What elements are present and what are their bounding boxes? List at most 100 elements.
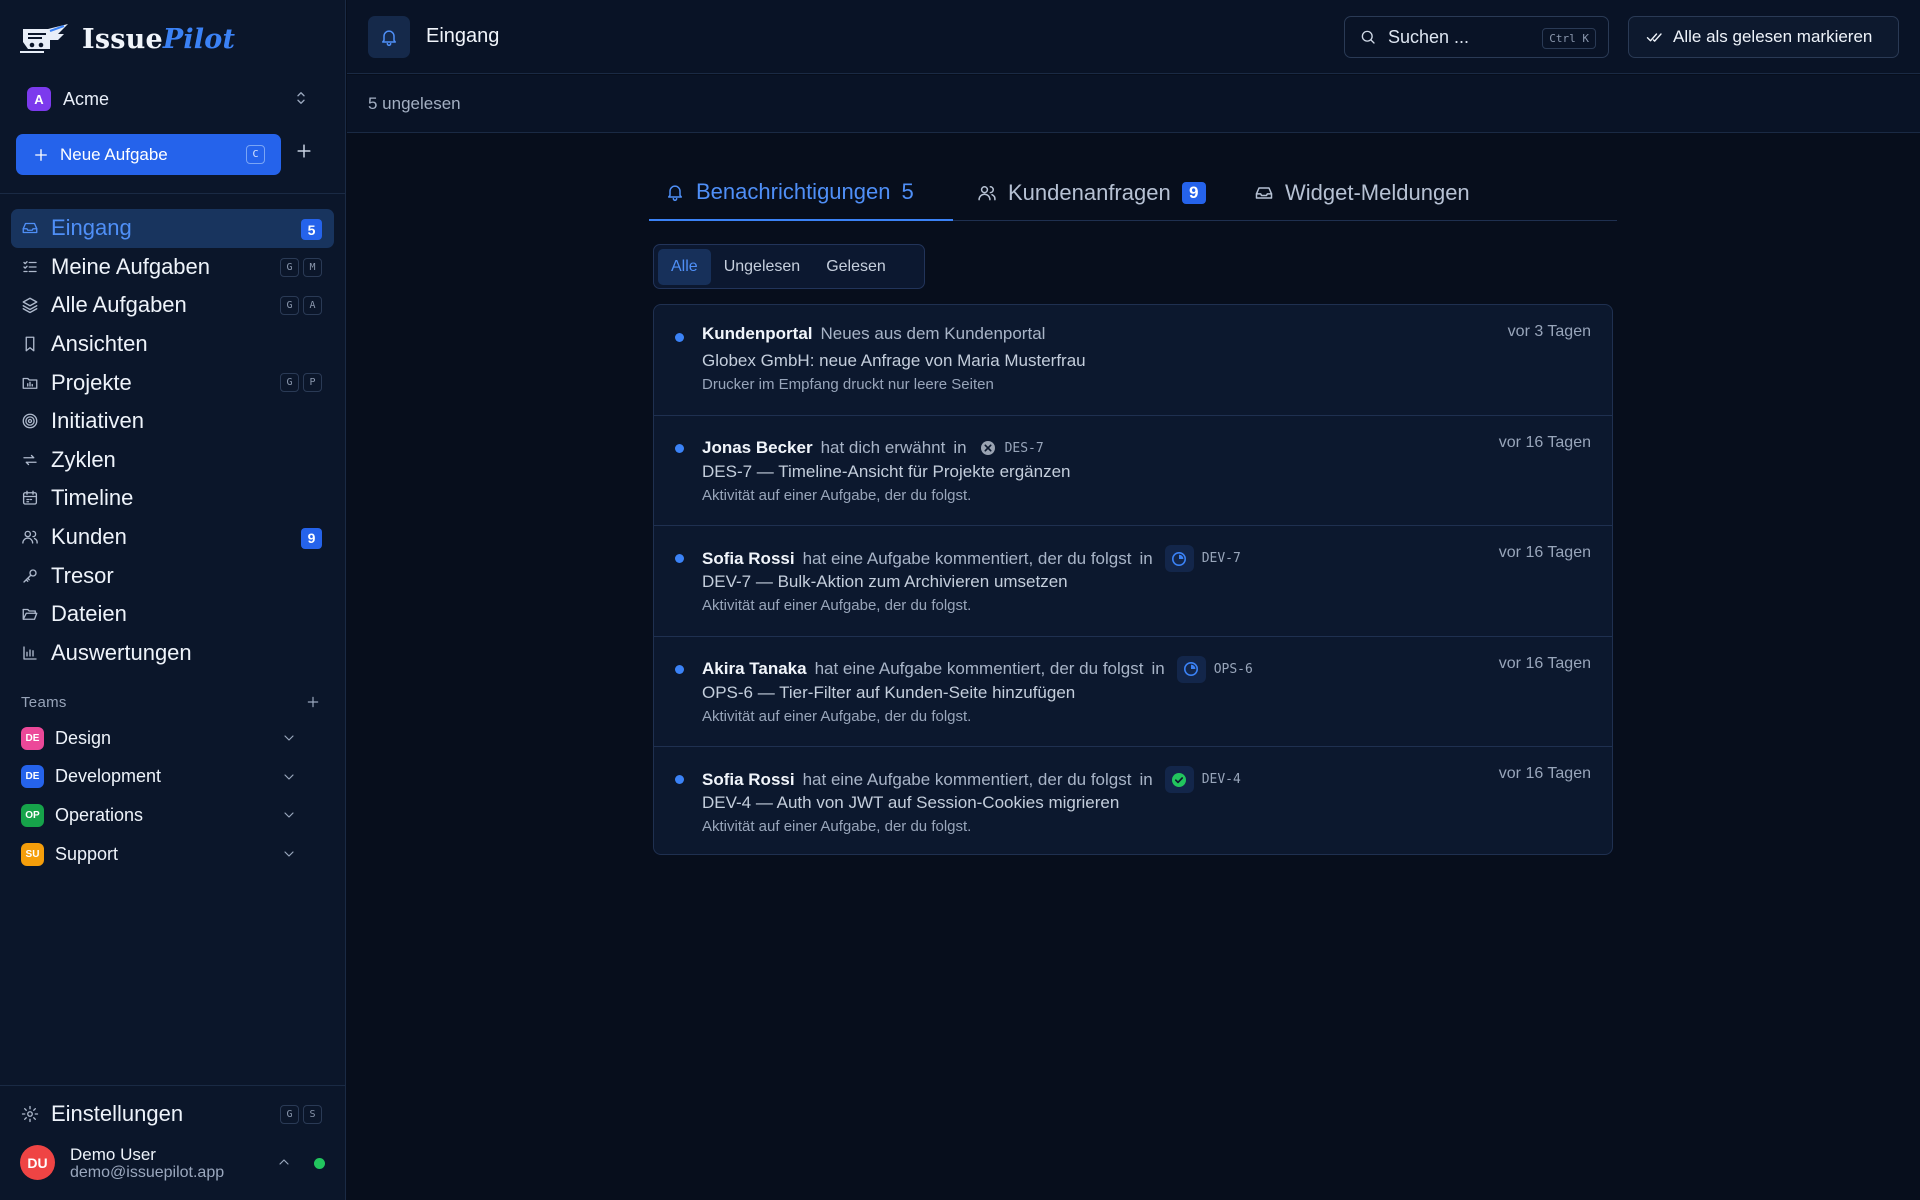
issue-reference[interactable]: DEV-7 xyxy=(1164,545,1241,572)
brand-name: IssuePilot xyxy=(82,23,236,55)
sidebar-item-projekte[interactable]: Projekte G P xyxy=(11,363,334,402)
notification-item[interactable]: Akira Tanaka hat eine Aufgabe kommentiert… xyxy=(654,637,1612,747)
team-badge: DE xyxy=(21,765,44,789)
sidebar-item-label: Projekte xyxy=(51,369,132,395)
notification-item[interactable]: Sofia Rossi hat eine Aufgabe kommentiert,… xyxy=(654,526,1612,637)
issue-reference[interactable]: DEV-4 xyxy=(1164,766,1241,793)
tab-label: Benachrichtigungen xyxy=(696,179,891,204)
read-filter: Alle Ungelesen Gelesen xyxy=(653,244,925,289)
team-name: Support xyxy=(55,843,119,864)
notification-title: DES-7 — Timeline-Ansicht für Projekte er… xyxy=(702,461,1071,481)
notification-header: Sofia Rossi hat eine Aufgabe kommentiert,… xyxy=(702,766,1241,793)
notification-actor: Kundenportal xyxy=(702,324,813,343)
filter-read[interactable]: Gelesen xyxy=(813,249,899,285)
gear-icon xyxy=(21,1106,39,1123)
mark-all-read-button[interactable]: Alle als gelesen markieren xyxy=(1628,16,1899,58)
settings-label: Einstellungen xyxy=(51,1101,184,1127)
team-item-development[interactable]: DE Development xyxy=(11,758,311,797)
sidebar-item-zyklen[interactable]: Zyklen xyxy=(11,441,334,480)
sidebar-item-label: Kunden xyxy=(51,524,127,550)
in-progress-icon xyxy=(1184,662,1199,676)
workspace-switcher[interactable]: A Acme xyxy=(14,82,324,116)
shortcut-key: M xyxy=(303,257,322,277)
issue-key: DEV-7 xyxy=(1201,551,1241,566)
notification-item[interactable]: Kundenportal Neues aus dem Kundenportal Gl… xyxy=(654,305,1612,416)
settings-link[interactable]: Einstellungen G S xyxy=(11,1095,334,1134)
logo[interactable]: IssuePilot xyxy=(20,22,235,56)
new-task-button[interactable]: Neue Aufgabe C xyxy=(16,134,281,175)
user-menu[interactable]: DU Demo User demo@issuepilot.app xyxy=(20,1143,330,1183)
notification-time: vor 3 Tagen xyxy=(1507,323,1591,340)
bell-icon xyxy=(382,30,396,47)
sidebar-item-kunden[interactable]: Kunden 9 xyxy=(11,518,334,557)
settings-section: Einstellungen G S xyxy=(11,1095,334,1134)
issue-reference[interactable]: DES-7 xyxy=(979,435,1044,462)
sidebar-item-tresor[interactable]: Tresor xyxy=(11,556,334,595)
shortcut-key: G xyxy=(280,373,299,393)
folder-open-icon xyxy=(22,609,38,621)
team-item-support[interactable]: SU Support xyxy=(11,835,311,874)
chevron-down-icon[interactable] xyxy=(281,769,297,785)
layers-icon xyxy=(22,298,38,314)
notification-time: vor 16 Tagen xyxy=(1498,654,1591,672)
filter-all[interactable]: Alle xyxy=(658,248,711,285)
notification-actor: Jonas Becker xyxy=(702,438,813,457)
sidebar-item-eingang[interactable]: Eingang 5 xyxy=(11,209,334,248)
sidebar-item-timeline[interactable]: Timeline xyxy=(11,479,334,518)
search-placeholder: Suchen ... xyxy=(1388,26,1470,47)
tab-notifications[interactable]: Benachrichtigungen 5 xyxy=(649,165,953,221)
team-list: DE Design DE Development OP Operations SU Suppo… xyxy=(11,719,311,873)
notification-detail: Aktivität auf einer Aufgabe, der du folg… xyxy=(702,597,972,614)
sidebar-item-initiativen[interactable]: Initiativen xyxy=(11,402,334,441)
tab-label: Kundenanfragen xyxy=(1008,180,1171,205)
chevron-up-icon[interactable] xyxy=(276,1154,292,1170)
sidebar-item-label: Eingang xyxy=(51,215,132,241)
nav-count-wrap: 9 xyxy=(301,527,322,549)
unread-dot xyxy=(675,775,684,784)
bell-icon xyxy=(668,185,682,202)
tab-widget-reports[interactable]: Widget-Meldungen xyxy=(1254,165,1470,221)
filter-unread[interactable]: Ungelesen xyxy=(711,249,814,285)
cancelled-icon xyxy=(980,441,995,455)
add-team-button[interactable] xyxy=(305,694,321,710)
sidebar-item-auswertungen[interactable]: Auswertungen xyxy=(11,634,334,673)
search-input[interactable]: Suchen ... Ctrl K xyxy=(1344,16,1609,58)
shortcut-key: G xyxy=(280,1105,299,1124)
status-badge xyxy=(1176,655,1206,683)
team-badge: DE xyxy=(21,726,44,750)
in-label: in xyxy=(1139,548,1153,568)
sidebar-item-label: Alle Aufgaben xyxy=(51,292,187,318)
chevron-down-icon[interactable] xyxy=(281,807,297,823)
bookmark-icon xyxy=(25,336,35,352)
chevron-down-icon[interactable] xyxy=(281,730,297,746)
user-name: Demo User xyxy=(70,1145,156,1164)
sidebar-item-label: Timeline xyxy=(51,485,134,511)
notification-item[interactable]: Sofia Rossi hat eine Aufgabe kommentiert,… xyxy=(654,747,1612,854)
sidebar-item-meine-aufgaben[interactable]: Meine Aufgaben G M xyxy=(11,248,334,287)
inbox-icon xyxy=(22,223,38,234)
chevron-up-down-icon xyxy=(297,92,305,104)
notification-title: Globex GmbH: neue Anfrage von Maria Must… xyxy=(702,351,1086,370)
notification-item[interactable]: Jonas Becker hat dich erwähnt in DES-7 DES-7… xyxy=(654,416,1612,526)
tab-customer-requests[interactable]: Kundenanfragen 9 xyxy=(977,165,1206,221)
sidebar-item-dateien[interactable]: Dateien xyxy=(11,595,334,634)
tab-label: Widget-Meldungen xyxy=(1285,180,1470,205)
done-icon xyxy=(1172,772,1187,787)
status-badge xyxy=(1164,766,1194,793)
team-item-operations[interactable]: OP Operations xyxy=(11,796,311,835)
notification-time: vor 16 Tagen xyxy=(1498,544,1591,561)
inbox-tabs: Benachrichtigungen 5 Kundenanfragen 9 Wi… xyxy=(649,165,1617,221)
chevron-down-icon[interactable] xyxy=(281,846,297,862)
sidebar-item-alle-aufgaben[interactable]: Alle Aufgaben G A xyxy=(11,286,334,325)
settings-shortcut: G S xyxy=(280,1105,322,1124)
notification-title: DEV-4 — Auth von JWT auf Session-Cookies… xyxy=(702,793,1120,812)
main-nav: Eingang 5 Meine Aufgaben G M Alle Aufgaben G A A… xyxy=(11,209,334,672)
user-email: demo@issuepilot.app xyxy=(70,1164,225,1181)
team-item-design[interactable]: DE Design xyxy=(11,719,311,758)
issue-reference[interactable]: OPS-6 xyxy=(1176,655,1253,683)
sidebar-item-ansichten[interactable]: Ansichten xyxy=(11,325,334,364)
quick-add-button[interactable] xyxy=(294,141,314,161)
inbox-header-icon xyxy=(368,16,410,58)
divider xyxy=(0,193,346,194)
folder-chart-icon xyxy=(22,377,38,389)
